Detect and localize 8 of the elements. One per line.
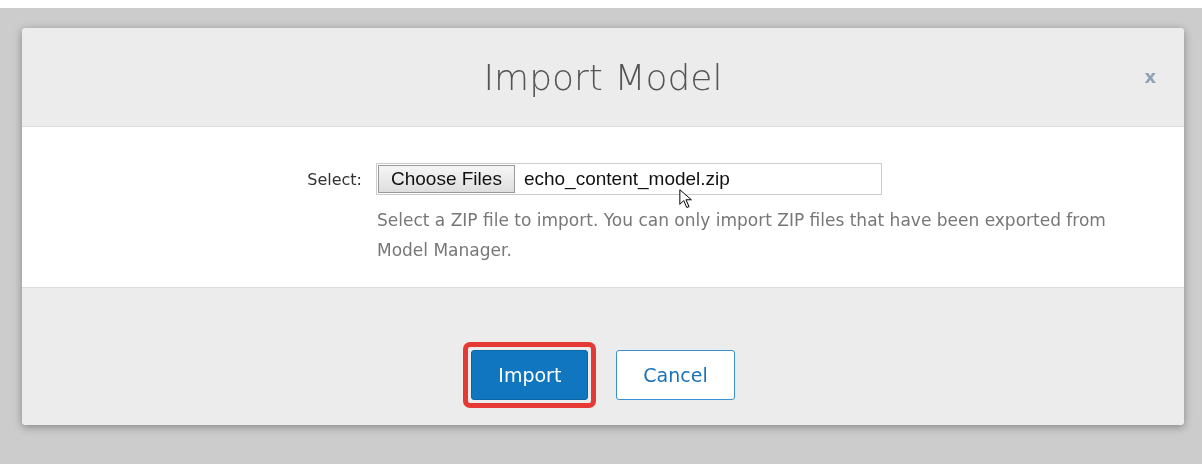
help-text: Select a ZIP file to import. You can only import ZIP files that have been exported from Model Manager.	[377, 209, 1107, 262]
field-label: Select:	[306, 169, 362, 189]
file-name: echo_content_model.zip	[522, 168, 730, 190]
import-button[interactable]: Import	[471, 350, 589, 400]
pointer-icon	[679, 189, 693, 209]
dialog-title: Import Model	[483, 56, 723, 98]
cancel-button[interactable]: Cancel	[616, 350, 735, 400]
choose-files-button[interactable]: Choose Files	[378, 165, 515, 193]
